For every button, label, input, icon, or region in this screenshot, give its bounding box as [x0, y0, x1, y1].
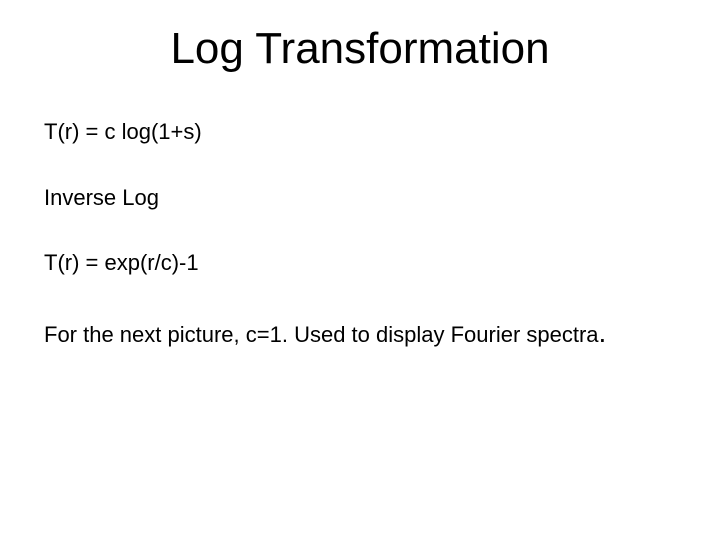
equation-inverse: T(r) = exp(r/c)-1 — [44, 249, 676, 277]
slide-body: T(r) = c log(1+s) Inverse Log T(r) = exp… — [44, 118, 676, 388]
slide-title: Log Transformation — [0, 24, 720, 74]
note-text: For the next picture, c=1. Used to displ… — [44, 322, 599, 347]
label-inverse-log: Inverse Log — [44, 184, 676, 212]
slide: Log Transformation T(r) = c log(1+s) Inv… — [0, 0, 720, 540]
note-fourier: For the next picture, c=1. Used to displ… — [44, 315, 676, 350]
note-period: . — [599, 317, 607, 348]
equation-log: T(r) = c log(1+s) — [44, 118, 676, 146]
